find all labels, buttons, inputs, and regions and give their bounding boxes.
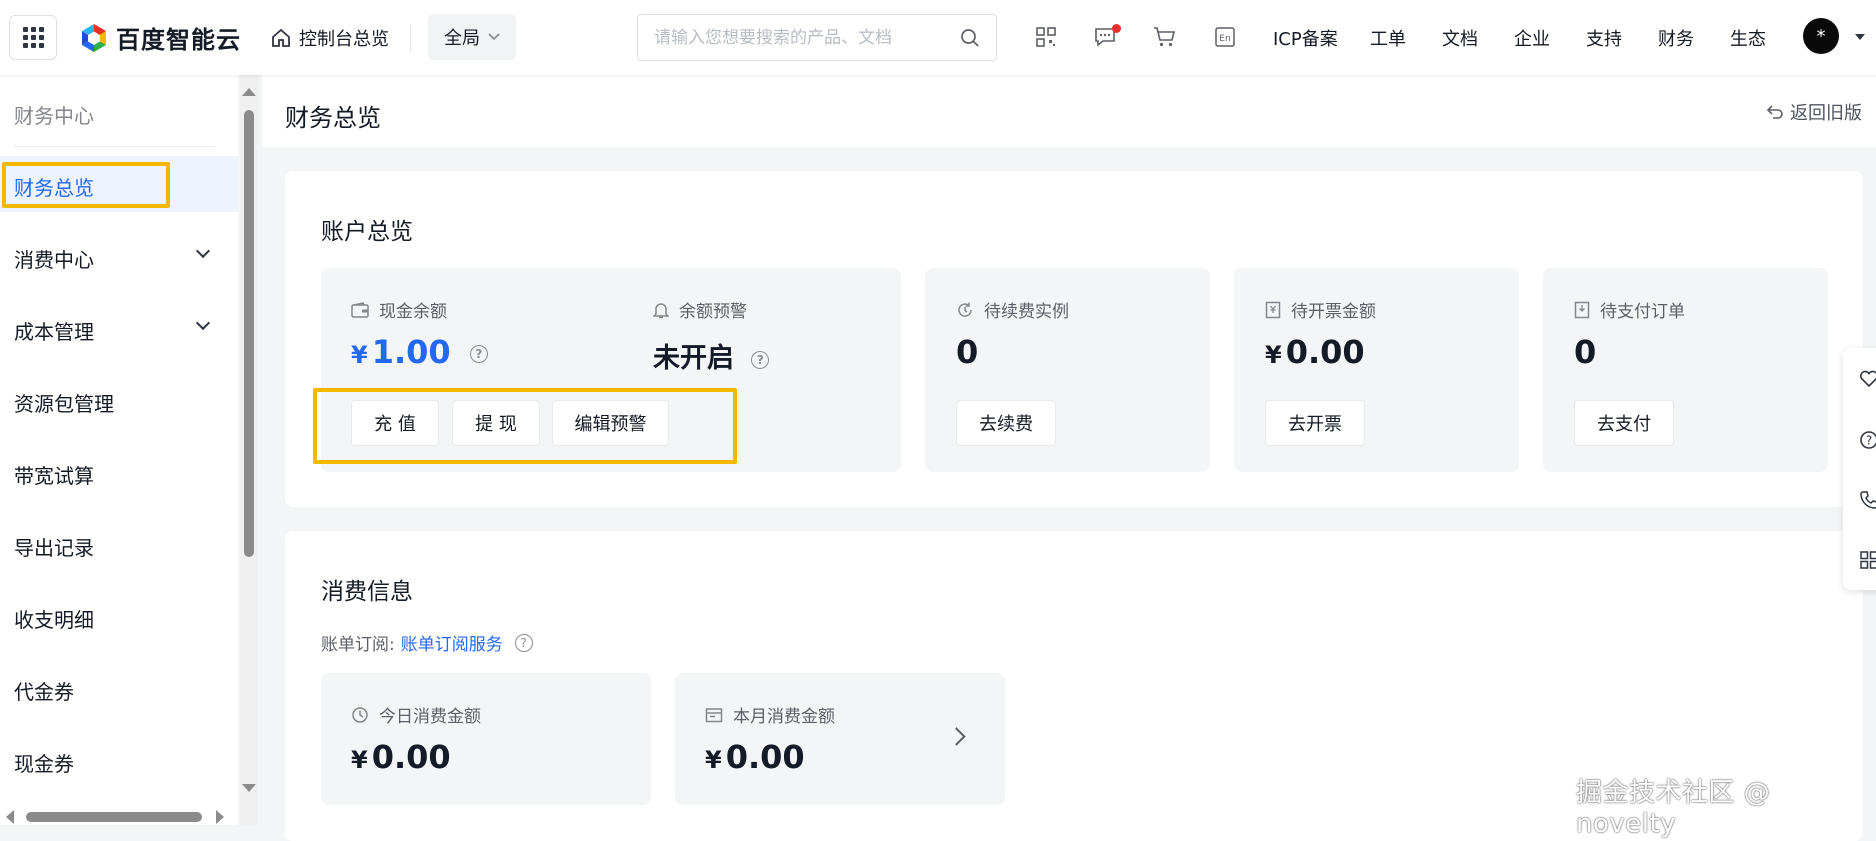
cash-balance-label: 现金余额 (351, 297, 447, 322)
heart-icon[interactable] (1859, 370, 1876, 388)
invoice-button[interactable]: 去开票 (1265, 400, 1365, 446)
highlight-box (2, 162, 170, 208)
pending-payment-label: 待支付订单 (1574, 297, 1685, 322)
home-icon (271, 28, 291, 48)
sidebar-item-vouchers[interactable]: 代金券 (14, 676, 74, 705)
today-consumption-value: ¥0.00 (351, 738, 451, 776)
nav-docs[interactable]: 文档 (1442, 25, 1478, 51)
scroll-right-arrow-icon[interactable] (216, 810, 224, 824)
notification-dot (1112, 24, 1121, 33)
scroll-left-arrow-icon[interactable] (6, 810, 14, 824)
back-to-old-version-link[interactable]: 返回旧版 (1766, 99, 1862, 125)
brand-logo[interactable]: 百度智能云 (78, 20, 241, 55)
chevron-down-icon (488, 33, 500, 41)
grid-icon (23, 27, 44, 48)
back-label: 返回旧版 (1790, 99, 1862, 125)
phone-icon[interactable] (1859, 490, 1876, 510)
console-home-link[interactable]: 控制台总览 (271, 25, 389, 51)
app-grid-button[interactable] (9, 15, 57, 60)
help-icon[interactable]: ? (470, 345, 488, 363)
nav-enterprise[interactable]: 企业 (1514, 25, 1550, 51)
scroll-up-arrow-icon[interactable] (242, 88, 256, 96)
scope-label: 全局 (444, 24, 480, 50)
clock-icon (351, 706, 369, 724)
cash-balance-value: ¥1.00 ? (351, 333, 488, 371)
pending-renew-value: 0 (956, 333, 978, 371)
sidebar-item-cost[interactable]: 成本管理 (14, 316, 94, 345)
highlight-box (313, 388, 737, 464)
order-icon (1574, 301, 1590, 319)
consumption-title: 消费信息 (321, 572, 413, 606)
sidebar-item-transactions[interactable]: 收支明细 (14, 604, 94, 633)
sidebar-title: 财务中心 (14, 100, 94, 129)
floating-toolbar: ? (1843, 348, 1876, 590)
pending-invoice-label: 待开票金额 (1265, 297, 1376, 322)
bill-subscription-link[interactable]: 账单订阅服务 (401, 630, 503, 655)
top-bar: 百度智能云 控制台总览 全局 En ICP备案 工单 文档 企业 支持 财务 生… (0, 0, 1876, 75)
nav-finance[interactable]: 财务 (1658, 25, 1694, 51)
nav-icp[interactable]: ICP备案 (1273, 25, 1338, 51)
divider (410, 24, 411, 52)
home-label: 控制台总览 (299, 25, 389, 51)
pending-payment-value: 0 (1574, 333, 1596, 371)
horizontal-scrollbar-thumb[interactable] (26, 812, 202, 822)
baidu-cloud-logo-icon (78, 22, 110, 54)
page-header (262, 75, 1876, 147)
scope-select[interactable]: 全局 (428, 14, 516, 60)
pending-invoice-value: ¥0.00 (1265, 333, 1365, 371)
undo-icon (1766, 103, 1784, 121)
today-consumption-label: 今日消费金额 (351, 702, 481, 727)
caret-down-icon[interactable] (1855, 34, 1865, 40)
month-consumption-value: ¥0.00 (705, 738, 805, 776)
balance-alert-value: 未开启 ? (653, 336, 769, 375)
bell-icon (653, 301, 669, 319)
cart-icon[interactable] (1153, 26, 1177, 48)
sidebar-item-export-records[interactable]: 导出记录 (14, 532, 94, 561)
svg-text:?: ? (1866, 434, 1872, 448)
help-icon[interactable]: ? (515, 634, 533, 652)
wallet-icon (351, 302, 369, 318)
search-input[interactable] (654, 15, 954, 60)
avatar[interactable]: * (1803, 18, 1839, 54)
svg-text:En: En (1219, 34, 1230, 44)
nav-ecosystem[interactable]: 生态 (1730, 25, 1766, 51)
scrollbar-thumb[interactable] (244, 110, 254, 557)
help-icon[interactable]: ? (751, 351, 769, 369)
invoice-icon (1265, 301, 1281, 319)
sidebar-item-cash-coupons[interactable]: 现金券 (14, 748, 74, 777)
pay-button[interactable]: 去支付 (1574, 400, 1674, 446)
balance-alert-label: 余额预警 (653, 297, 747, 322)
sidebar-item-resource-packages[interactable]: 资源包管理 (14, 388, 114, 417)
account-overview-title: 账户总览 (321, 212, 413, 246)
question-icon[interactable]: ? (1859, 430, 1876, 450)
nav-support[interactable]: 支持 (1586, 25, 1622, 51)
qrcode-icon[interactable] (1035, 26, 1057, 48)
search-box (637, 14, 997, 61)
sidebar-item-consumption[interactable]: 消费中心 (14, 244, 94, 273)
pending-renew-label: 待续费实例 (956, 297, 1069, 322)
language-en-icon[interactable]: En (1214, 26, 1236, 48)
apps-icon[interactable] (1859, 550, 1876, 570)
brand-name: 百度智能云 (116, 20, 241, 55)
page-title: 财务总览 (285, 98, 381, 133)
renew-button[interactable]: 去续费 (956, 400, 1056, 446)
renew-icon (956, 301, 974, 319)
sidebar-item-bandwidth-calc[interactable]: 带宽试算 (14, 460, 94, 489)
sidebar-divider (14, 146, 214, 147)
search-icon[interactable] (960, 28, 980, 48)
month-consumption-label: 本月消费金额 (705, 702, 835, 727)
nav-ticket[interactable]: 工单 (1370, 25, 1406, 51)
calendar-icon (705, 707, 723, 723)
watermark: 掘金技术社区 @ novelty (1576, 772, 1876, 839)
bill-subscription-row: 账单订阅: 账单订阅服务 ? (321, 630, 533, 655)
scroll-down-arrow-icon[interactable] (242, 784, 256, 792)
